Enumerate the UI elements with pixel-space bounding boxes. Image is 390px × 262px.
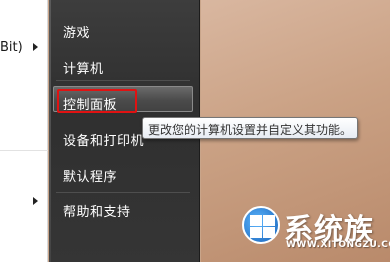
menu-item-computer[interactable]: 计算机 — [63, 58, 104, 77]
menu-separator — [56, 80, 190, 81]
submenu-arrow-icon — [33, 43, 38, 51]
program-item[interactable] — [0, 192, 48, 212]
all-programs-pane: Bit) — [0, 0, 48, 262]
program-item-label: Bit) — [0, 40, 23, 55]
menu-item-default-programs[interactable]: 默认程序 — [63, 166, 117, 185]
program-item-64bit[interactable]: Bit) — [0, 38, 48, 58]
divider — [0, 150, 48, 151]
submenu-arrow-icon — [33, 197, 38, 205]
menu-separator — [56, 192, 190, 193]
windows-logo-icon — [242, 206, 280, 244]
watermark-url: WWW.XITONGZU.COM — [286, 240, 390, 250]
menu-item-devices-printers[interactable]: 设备和打印机 — [63, 130, 144, 149]
selection-annotation-box — [57, 89, 137, 113]
menu-item-help-support[interactable]: 帮助和支持 — [63, 201, 131, 220]
menu-item-games[interactable]: 游戏 — [63, 22, 90, 41]
control-panel-tooltip: 更改您的计算机设置并自定义其功能。 — [142, 117, 358, 139]
